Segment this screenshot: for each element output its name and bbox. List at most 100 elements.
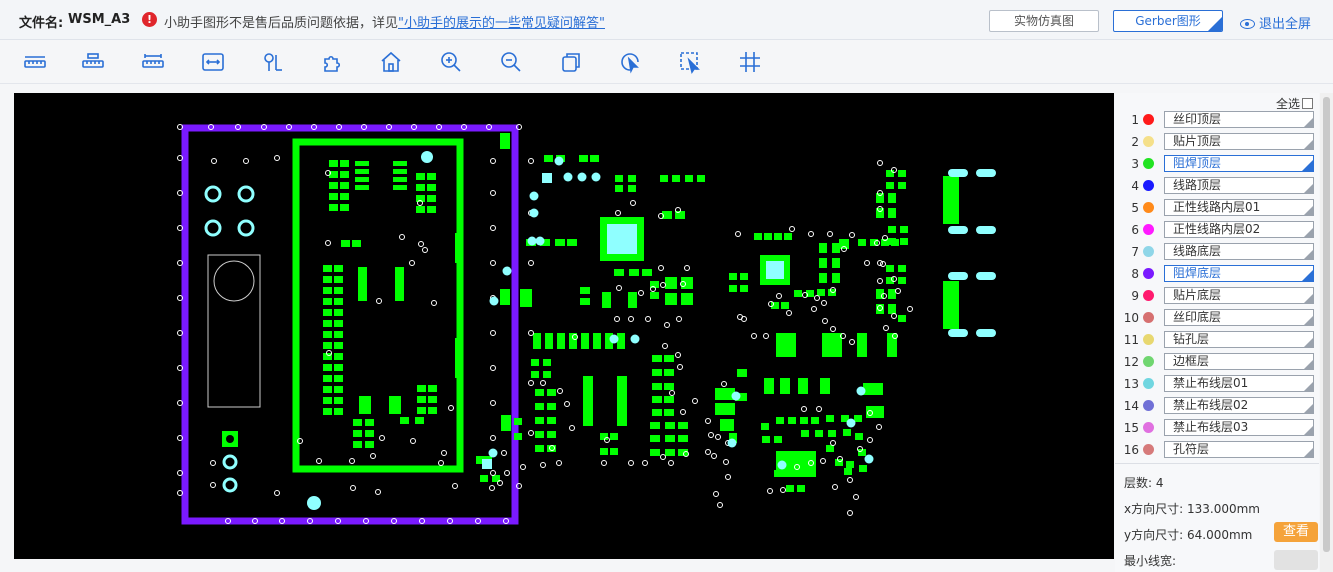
width-measure-icon[interactable] bbox=[201, 50, 225, 74]
layer-toggle[interactable]: 阻焊顶层 bbox=[1164, 155, 1314, 172]
layer-row[interactable]: 12 边框层 bbox=[1115, 351, 1319, 373]
zoom-out-icon[interactable] bbox=[499, 50, 523, 74]
ruler-2-icon[interactable] bbox=[81, 50, 105, 74]
pcb-pad bbox=[888, 226, 896, 233]
layer-row[interactable]: 11 钻孔层 bbox=[1115, 329, 1319, 351]
layer-row[interactable]: 10 丝印底层 bbox=[1115, 307, 1319, 329]
pcb-pad bbox=[353, 441, 362, 448]
layer-row[interactable]: 14 禁止布线层02 bbox=[1115, 395, 1319, 417]
grid-icon[interactable] bbox=[738, 50, 762, 74]
layer-row[interactable]: 13 禁止布线层01 bbox=[1115, 373, 1319, 395]
pcb-pad bbox=[393, 185, 407, 190]
pcb-pad bbox=[729, 273, 737, 280]
layer-toggle[interactable]: 边框层 bbox=[1164, 353, 1314, 370]
puzzle-icon[interactable] bbox=[320, 50, 344, 74]
layer-toggle[interactable]: 贴片顶层 bbox=[1164, 133, 1314, 150]
checkbox-icon[interactable] bbox=[1302, 98, 1313, 109]
pcb-via bbox=[490, 400, 496, 406]
pcb-pad bbox=[886, 170, 894, 177]
panel-scrollbar[interactable] bbox=[1320, 93, 1333, 572]
pcb-pad bbox=[672, 175, 680, 182]
rotate-cursor-icon[interactable] bbox=[618, 50, 642, 74]
layer-toggle[interactable]: 禁止布线层02 bbox=[1164, 397, 1314, 414]
layer-toggle[interactable]: 禁止布线层03 bbox=[1164, 419, 1314, 436]
faq-link[interactable]: "小助手的展示的一些常见疑问解答" bbox=[398, 16, 605, 31]
pcb-via bbox=[664, 322, 670, 328]
pcb-pad bbox=[664, 369, 674, 376]
layer-row[interactable]: 8 阻焊底层 bbox=[1115, 263, 1319, 285]
layer-toggle[interactable]: 孔符层 bbox=[1164, 441, 1314, 458]
pcb-via bbox=[379, 435, 385, 441]
layer-toggle[interactable]: 贴片底层 bbox=[1164, 287, 1314, 304]
pcb-via bbox=[490, 190, 496, 196]
layer-toggle[interactable]: 正性线路内层01 bbox=[1164, 199, 1314, 216]
real-simulation-button[interactable]: 实物仿真图 bbox=[989, 10, 1099, 32]
pcb-pad bbox=[788, 417, 796, 424]
layer-row[interactable]: 1 丝印顶层 bbox=[1115, 109, 1319, 131]
zoom-in-icon[interactable] bbox=[439, 50, 463, 74]
pcb-canvas[interactable] bbox=[14, 93, 1114, 559]
pcb-pad bbox=[323, 408, 332, 415]
pcb-via-cyan bbox=[535, 236, 545, 246]
layer-number: 8 bbox=[1131, 267, 1139, 281]
pcb-via bbox=[708, 432, 714, 438]
layer-row[interactable]: 3 阻焊顶层 bbox=[1115, 153, 1319, 175]
layer-row[interactable]: 15 禁止布线层03 bbox=[1115, 417, 1319, 439]
ruler-1-icon[interactable] bbox=[23, 50, 47, 74]
pcb-pad bbox=[334, 408, 343, 415]
toggle-corner-icon bbox=[1304, 206, 1313, 215]
ruler-3-icon[interactable] bbox=[141, 50, 165, 74]
layer-toggle[interactable]: 阻焊底层 bbox=[1164, 265, 1314, 282]
scrollbar-thumb[interactable] bbox=[1323, 97, 1330, 552]
layer-toggle[interactable]: 丝印顶层 bbox=[1164, 111, 1314, 128]
view-button[interactable]: 查看 bbox=[1274, 522, 1318, 542]
layer-row[interactable]: 2 贴片顶层 bbox=[1115, 131, 1319, 153]
pcb-pad bbox=[650, 435, 660, 442]
layer-name: 阻焊顶层 bbox=[1173, 156, 1222, 170]
exit-fullscreen-button[interactable]: 退出全屏 bbox=[1240, 13, 1311, 32]
pcb-via bbox=[713, 491, 719, 497]
layer-row[interactable]: 6 正性线路内层02 bbox=[1115, 219, 1319, 241]
view-button-2[interactable] bbox=[1274, 550, 1318, 570]
pcb-pad bbox=[355, 161, 369, 166]
pcb-pad bbox=[365, 430, 374, 437]
pcb-pad bbox=[323, 265, 332, 272]
pcb-pad bbox=[828, 430, 836, 437]
pcb-pad bbox=[776, 417, 784, 424]
pin-icon[interactable] bbox=[261, 50, 285, 74]
pcb-pad bbox=[762, 436, 770, 443]
home-icon[interactable] bbox=[379, 50, 403, 74]
pcb-via bbox=[820, 458, 826, 464]
pcb-pad bbox=[341, 240, 350, 247]
layer-toggle[interactable]: 线路顶层 bbox=[1164, 177, 1314, 194]
layer-row[interactable]: 16 孔符层 bbox=[1115, 439, 1319, 461]
copy-icon[interactable] bbox=[559, 50, 583, 74]
pcb-pad bbox=[535, 445, 544, 452]
layer-row[interactable]: 7 线路底层 bbox=[1115, 241, 1319, 263]
select-area-icon[interactable] bbox=[678, 50, 702, 74]
pcb-pad bbox=[811, 417, 819, 424]
pcb-pad bbox=[678, 422, 688, 429]
pcb-pad bbox=[323, 353, 332, 360]
layer-row[interactable]: 5 正性线路内层01 bbox=[1115, 197, 1319, 219]
pcb-via bbox=[569, 425, 575, 431]
pcb-pad bbox=[786, 485, 794, 492]
layer-toggle[interactable]: 丝印底层 bbox=[1164, 309, 1314, 326]
connector-pin bbox=[976, 272, 996, 280]
pcb-pad bbox=[764, 233, 772, 240]
gerber-view-button[interactable]: Gerber图形 bbox=[1113, 10, 1223, 32]
pcb-via bbox=[660, 454, 666, 460]
pcb-via bbox=[853, 494, 859, 500]
pcb-via-cyan bbox=[502, 266, 512, 276]
pcb-pad bbox=[340, 182, 349, 189]
layer-row[interactable]: 9 贴片底层 bbox=[1115, 285, 1319, 307]
toggle-corner-icon bbox=[1304, 382, 1313, 391]
layer-toggle[interactable]: 禁止布线层01 bbox=[1164, 375, 1314, 392]
layer-toggle[interactable]: 正性线路内层02 bbox=[1164, 221, 1314, 238]
layer-toggle[interactable]: 钻孔层 bbox=[1164, 331, 1314, 348]
pcb-pad bbox=[617, 376, 627, 426]
layer-toggle[interactable]: 线路底层 bbox=[1164, 243, 1314, 260]
layer-row[interactable]: 4 线路顶层 bbox=[1115, 175, 1319, 197]
layer-name: 边框层 bbox=[1173, 354, 1210, 368]
pcb-pad bbox=[650, 422, 660, 429]
